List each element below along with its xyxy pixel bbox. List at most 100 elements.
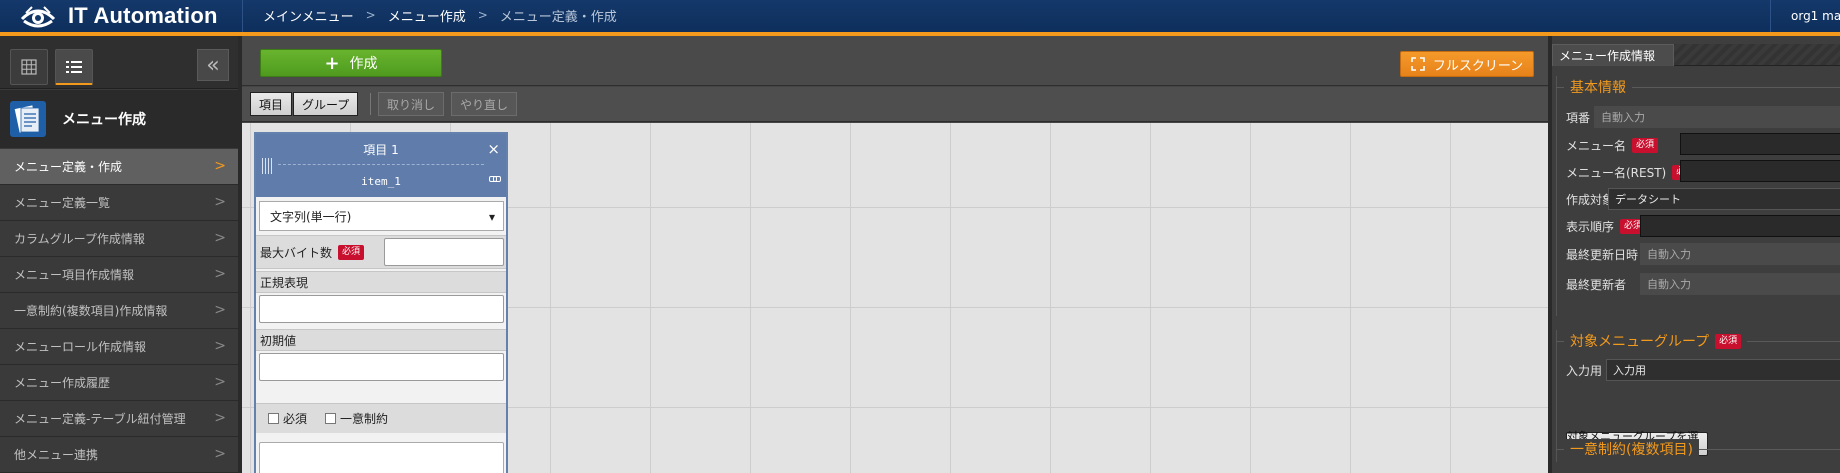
tab-list-view[interactable] [55,49,93,85]
column-rest-name[interactable]: item_1 [278,166,484,197]
display-order-label: 表示順序 [1566,219,1615,234]
plus-icon: + [324,52,340,74]
constraints-row: 必須 一意制約 [256,403,506,433]
sidebar-item-label: メニュー定義-テーブル紐付管理 [14,412,186,426]
user-menu[interactable]: org1 ma [1770,0,1840,32]
basic-info-heading: 基本情報 [1552,76,1840,98]
panel-tab-bar: メニュー作成情報 [1552,44,1840,66]
sidebar-item-label: カラムグループ作成情報 [14,232,145,246]
input-method-value: 文字列(単一行) [270,209,352,224]
double-chevron-left-icon: « [206,52,220,78]
toolbar-divider [370,93,371,115]
regex-input[interactable] [259,295,504,323]
breadcrumb-menu-create[interactable]: メニュー作成 [388,6,466,25]
menu-name-label: メニュー名 [1566,138,1627,153]
required-badge: 必須 [338,244,365,260]
unique-constraint-heading: 一意制約(複数項目) [1552,438,1840,460]
chevron-right-icon: > [214,194,226,210]
menu-name-rest-input[interactable] [1680,160,1840,182]
checkbox-icon [268,413,279,424]
app-title: IT Automation [68,3,218,28]
menu-book-icon [10,101,46,137]
required-badge: 必須 [1715,333,1742,349]
target-label: 作成対象 [1566,192,1615,207]
redo-button[interactable]: やり直し [451,92,518,116]
breadcrumb-main-menu[interactable]: メインメニュー [263,6,354,25]
required-checkbox-label: 必須 [283,412,308,426]
drag-handle-icon[interactable] [256,134,278,197]
column-card[interactable]: 項目 1 item_1 × 文字列(単一行) ▾ 最大バイト数 必須 正規表現 [254,132,508,473]
sidebar-item-label: メニューロール作成情報 [14,340,147,354]
chevron-down-icon: ▾ [488,210,495,224]
fullscreen-button[interactable]: フルスクリーン [1400,51,1534,77]
sidebar-menu: メニュー定義・作成 > メニュー定義一覧 > カラムグループ作成情報 > メニュ… [0,149,238,473]
sidebar-tabs: « [0,36,238,89]
input-group-value: 入力用 [1606,359,1840,381]
max-bytes-input[interactable] [384,238,504,266]
header-divider [242,0,243,32]
max-bytes-label: 最大バイト数 [260,245,333,260]
sidebar-item-menu-list[interactable]: メニュー定義一覧 > [0,185,238,221]
sidebar-item-menu-define[interactable]: メニュー定義・作成 > [0,149,238,185]
editor-toolbar: 項目 グループ 取り消し やり直し [242,87,1552,122]
default-input[interactable] [259,353,504,381]
chevron-right-icon: > [214,158,226,174]
close-icon[interactable]: × [487,140,500,158]
section-title: 対象メニューグループ 必須 [1564,331,1748,351]
menu-group-title: 対象メニューグループ [1570,334,1710,350]
user-name: org1 ma [1791,9,1840,23]
tab-grid-view[interactable] [10,49,48,85]
breadcrumb-current: メニュー定義・作成 [499,9,617,25]
menu-name-rest-row: メニュー名(REST) 必須 [1566,160,1699,184]
logo-eye-icon [20,6,56,28]
sidebar-item-menu-role[interactable]: メニューロール作成情報 > [0,329,238,365]
sidebar-item-menu-items[interactable]: メニュー項目作成情報 > [0,257,238,293]
item-no-label: 項番 [1566,110,1591,125]
column-title[interactable]: 項目 1 [278,134,484,165]
editor-canvas[interactable]: 項目 1 item_1 × 文字列(単一行) ▾ 最大バイト数 必須 正規表現 [242,123,1552,473]
app-logo[interactable]: IT Automation [18,0,218,32]
chevron-right-icon: > [214,230,226,246]
checkbox-icon [325,413,337,424]
create-button[interactable]: + 作成 [260,49,442,77]
menu-name-rest-label: メニュー名(REST) [1566,165,1667,180]
add-item-button[interactable]: 項目 [250,92,293,116]
chevron-right-icon: > [214,446,226,462]
sidebar-item-label: メニュー項目作成情報 [14,268,135,282]
last-update-value: 自動入力 [1640,243,1840,265]
last-update-label: 最終更新日時 [1566,247,1639,262]
sidebar-item-unique-constraint[interactable]: 一意制約(複数項目)作成情報 > [0,293,238,329]
add-group-button[interactable]: グループ [293,92,359,116]
sidebar-item-table-link[interactable]: メニュー定義-テーブル紐付管理 > [0,401,238,437]
last-updater-label: 最終更新者 [1566,277,1627,292]
collapse-sidebar-button[interactable]: « [197,49,229,81]
required-badge: 必須 [1632,137,1659,153]
menu-name-input[interactable] [1680,133,1840,155]
required-checkbox[interactable]: 必須 [268,410,307,427]
target-select[interactable]: データシート [1608,188,1840,210]
sidebar-item-other-menu-link[interactable]: 他メニュー連携 > [0,437,238,473]
link-icon[interactable] [489,174,501,184]
sidebar-item-history[interactable]: メニュー作成履歴 > [0,365,238,401]
main-header: + 作成 フルスクリーン [242,36,1552,86]
list-icon [66,60,82,73]
display-order-input[interactable] [1640,215,1840,237]
chevron-right-icon: > [214,302,226,318]
menu-name-row: メニュー名 必須 [1566,133,1659,157]
default-row: 初期値 [256,329,506,351]
sidebar-title: メニュー作成 [62,112,146,128]
sidebar-item-label: 一意制約(複数項目)作成情報 [14,304,168,318]
sidebar-header: メニュー作成 [0,90,238,148]
grid-icon [21,59,37,75]
undo-button[interactable]: 取り消し [378,92,445,116]
menu-info-panel: メニュー作成情報 基本情報 項番 自動入力 メニュー名 必須 メニュー名(RES… [1548,36,1840,473]
unique-checkbox-label: 一意制約 [340,412,389,426]
tab-menu-info[interactable]: メニュー作成情報 [1552,44,1674,66]
description-textarea[interactable] [259,442,504,473]
chevron-right-icon: > [214,374,226,390]
sidebar-item-column-group[interactable]: カラムグループ作成情報 > [0,221,238,257]
unique-checkbox[interactable]: 一意制約 [325,410,388,427]
input-method-select[interactable]: 文字列(単一行) ▾ [259,201,504,231]
chevron-right-icon: > [214,338,226,354]
fullscreen-button-label: フルスクリーン [1432,58,1524,74]
